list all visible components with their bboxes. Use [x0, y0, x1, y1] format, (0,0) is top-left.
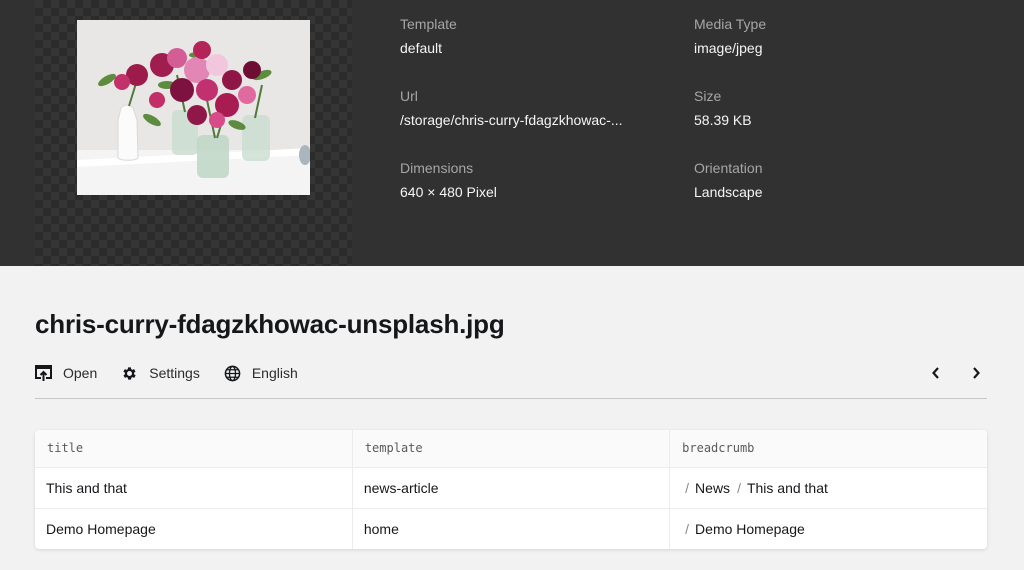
meta-dimensions-label: Dimensions	[400, 160, 474, 176]
breadcrumb-item[interactable]: News	[695, 480, 730, 496]
meta-dimensions-value: 640 × 480 Pixel	[400, 184, 497, 200]
meta-size: Size 58.39 KB	[694, 87, 954, 129]
file-content: chris-curry-fdagzkhowac-unsplash.jpg Ope…	[35, 266, 987, 549]
cell-template: news-article	[352, 467, 671, 509]
meta-orientation-value: Landscape	[694, 184, 763, 200]
page-title: chris-curry-fdagzkhowac-unsplash.jpg	[35, 309, 505, 339]
open-icon	[35, 364, 52, 381]
cell-title: Demo Homepage	[35, 508, 353, 549]
usage-table: title template breadcrumb This and that …	[35, 430, 987, 549]
image-thumbnail[interactable]	[77, 20, 310, 195]
breadcrumb-separator: /	[685, 479, 690, 496]
gear-icon	[123, 366, 136, 380]
image-preview	[35, 0, 352, 266]
meta-template: Template default	[400, 15, 660, 57]
language-button[interactable]: English	[224, 365, 298, 382]
open-button[interactable]: Open	[35, 364, 98, 382]
open-label: Open	[63, 365, 98, 381]
meta-media-type-label: Media Type	[694, 16, 767, 32]
meta-dimensions: Dimensions 640 × 480 Pixel	[400, 159, 660, 201]
cell-breadcrumb: / News / This and that	[669, 467, 987, 509]
table-row[interactable]: Demo Homepage home / Demo Homepage	[35, 508, 987, 549]
prev-button[interactable]	[925, 362, 947, 384]
meta-template-label: Template	[400, 16, 457, 32]
file-header: Template default Media Type image/jpeg U…	[0, 0, 1024, 266]
meta-media-type-value: image/jpeg	[694, 40, 763, 56]
breadcrumb-separator: /	[737, 479, 741, 496]
cell-breadcrumb: / Demo Homepage	[670, 508, 987, 549]
table-header-row: title template breadcrumb	[35, 430, 987, 468]
meta-orientation-label: Orientation	[694, 160, 763, 176]
next-button[interactable]	[965, 362, 987, 384]
chevron-right-icon	[973, 367, 980, 379]
meta-size-label: Size	[694, 88, 722, 104]
column-header-title[interactable]: title	[35, 430, 353, 468]
breadcrumb-item[interactable]: Demo Homepage	[695, 521, 805, 537]
meta-url-value[interactable]: /storage/chris-curry-fdagzkhowac-...	[400, 111, 650, 129]
column-header-breadcrumb[interactable]: breadcrumb	[669, 430, 987, 468]
toolbar: Open Settings English	[35, 358, 987, 399]
cell-title: This and that	[35, 467, 353, 509]
meta-url-label: Url	[400, 88, 418, 104]
cell-template: home	[352, 508, 671, 549]
globe-icon	[224, 365, 241, 381]
breadcrumb-separator: /	[685, 520, 690, 537]
breadcrumb-item[interactable]: This and that	[747, 480, 828, 496]
language-label: English	[251, 365, 298, 381]
meta-template-value: default	[400, 40, 443, 56]
column-header-template[interactable]: template	[352, 430, 671, 468]
settings-label: Settings	[149, 365, 200, 381]
meta-media-type: Media Type image/jpeg	[694, 15, 954, 57]
meta-orientation: Orientation Landscape	[694, 159, 954, 201]
settings-button[interactable]: Settings	[121, 365, 200, 382]
table-row[interactable]: This and that news-article / News / This an…	[35, 467, 987, 509]
chevron-left-icon	[932, 367, 939, 379]
meta-size-value: 58.39 KB	[694, 112, 752, 128]
meta-url: Url /storage/chris-curry-fdagzkhowac-...	[400, 87, 650, 129]
